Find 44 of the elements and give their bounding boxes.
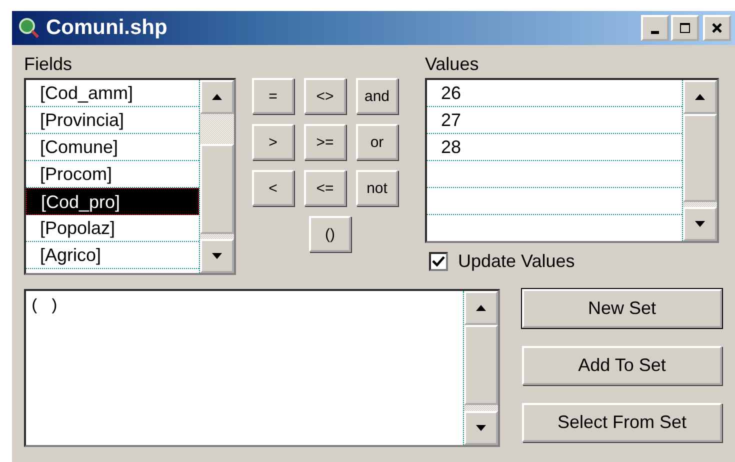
minimize-button[interactable] bbox=[641, 15, 669, 41]
down-arrow-icon bbox=[694, 220, 706, 228]
down-arrow-icon bbox=[475, 424, 487, 432]
operator-button[interactable]: () bbox=[309, 216, 351, 252]
maximize-button[interactable] bbox=[671, 15, 699, 41]
minimize-icon bbox=[651, 30, 659, 34]
operator-button[interactable]: < bbox=[252, 170, 294, 206]
operator-button[interactable]: or bbox=[356, 124, 398, 160]
values-label: Values bbox=[425, 53, 480, 75]
up-arrow-icon bbox=[475, 304, 487, 312]
scroll-up-button[interactable] bbox=[683, 80, 717, 114]
scrollbar-thumb[interactable] bbox=[683, 114, 717, 202]
up-arrow-icon bbox=[211, 93, 223, 101]
scroll-up-button[interactable] bbox=[200, 80, 234, 114]
operator-button[interactable]: = bbox=[252, 78, 294, 114]
expression-text: ( ) bbox=[29, 296, 60, 317]
magnifier-globe-icon bbox=[18, 17, 40, 39]
close-button[interactable] bbox=[703, 15, 731, 41]
down-arrow-icon bbox=[211, 252, 223, 260]
field-item[interactable]: [Cod_pro] bbox=[26, 188, 199, 215]
window-title: Comuni.shp bbox=[46, 16, 168, 40]
scroll-up-button[interactable] bbox=[464, 291, 498, 325]
fields-label: Fields bbox=[24, 53, 74, 75]
action-button[interactable]: Select From Set bbox=[522, 403, 722, 442]
scroll-down-button[interactable] bbox=[200, 239, 234, 273]
scrollbar-thumb[interactable] bbox=[200, 144, 234, 234]
maximize-icon bbox=[679, 22, 691, 34]
action-button[interactable]: New Set bbox=[522, 289, 722, 328]
expression-box[interactable]: ( ) bbox=[24, 289, 500, 447]
close-icon bbox=[711, 22, 723, 34]
checkbox[interactable] bbox=[429, 252, 448, 271]
operator-button[interactable]: not bbox=[356, 170, 398, 206]
up-arrow-icon bbox=[694, 93, 706, 101]
checkmark-icon bbox=[432, 255, 445, 268]
operator-button[interactable]: <> bbox=[304, 78, 346, 114]
operator-button[interactable]: and bbox=[356, 78, 398, 114]
operator-button[interactable]: > bbox=[252, 124, 294, 160]
action-button[interactable]: Add To Set bbox=[522, 346, 722, 385]
operator-button[interactable]: >= bbox=[304, 124, 346, 160]
scroll-down-button[interactable] bbox=[683, 207, 717, 241]
checkbox-label: Update Values bbox=[458, 251, 575, 272]
scrollbar-thumb[interactable] bbox=[464, 325, 498, 405]
operator-button[interactable]: <= bbox=[304, 170, 346, 206]
scroll-down-button[interactable] bbox=[464, 411, 498, 445]
